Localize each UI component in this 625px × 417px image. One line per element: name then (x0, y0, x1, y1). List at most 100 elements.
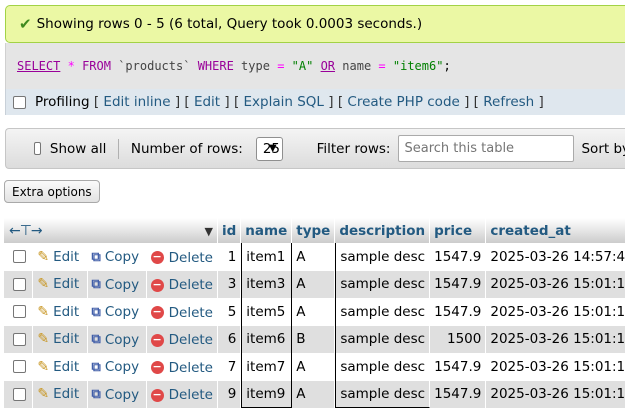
cell-description[interactable]: sample desc (335, 380, 431, 408)
cell-created-at[interactable]: 2025-03-26 15:01:15 (486, 298, 625, 326)
cell-id[interactable]: 3 (218, 270, 242, 298)
check-icon: ✔ (19, 15, 32, 33)
copy-icon: ⧉ (91, 387, 101, 402)
pencil-icon: ✎ (37, 358, 50, 375)
filter-rows-input[interactable] (398, 135, 575, 162)
edit-label: Edit (53, 303, 80, 320)
edit-label: Edit (53, 248, 80, 265)
edit-inline-link[interactable]: Edit inline (103, 94, 170, 110)
cell-price[interactable]: 1547.9 (430, 243, 487, 271)
delete-button[interactable]: − Delete (150, 250, 213, 266)
edit-button[interactable]: ✎ Edit (37, 304, 79, 320)
show-all-checkbox[interactable] (34, 142, 41, 155)
cell-id[interactable]: 5 (218, 298, 242, 326)
cell-created-at[interactable]: 2025-03-26 15:01:15 (486, 380, 625, 408)
edit-button[interactable]: ✎ Edit (37, 249, 79, 265)
copy-button[interactable]: ⧉ Copy (92, 249, 140, 265)
delete-button[interactable]: − Delete (150, 360, 213, 376)
extra-options-button[interactable]: Extra options (4, 180, 100, 203)
edit-link[interactable]: Edit (194, 94, 220, 110)
show-all-label[interactable]: Show all (50, 141, 107, 157)
copy-button[interactable]: ⧉ Copy (92, 332, 140, 348)
edit-cell: ✎ Edit (33, 298, 88, 326)
cell-name[interactable]: item5 (241, 298, 293, 326)
number-of-rows-select[interactable]: 25 ▼ (255, 136, 283, 161)
cell-id[interactable]: 1 (218, 243, 242, 271)
edit-cell: ✎ Edit (33, 380, 88, 408)
row-checkbox[interactable] (13, 250, 26, 264)
table-row: ✎ Edit ⧉ Copy − Delete 1 item1 A sample des… (4, 243, 625, 271)
cell-name[interactable]: item3 (241, 270, 293, 298)
row-checkbox[interactable] (13, 277, 26, 291)
cell-description[interactable]: sample desc (335, 325, 431, 353)
cell-price[interactable]: 1547.9 (430, 380, 487, 408)
row-checkbox[interactable] (13, 387, 26, 401)
sql-query-box: SELECT * FROM `products` WHERE type = "A… (5, 43, 625, 89)
sql-keyword-select[interactable]: SELECT (17, 59, 60, 73)
edit-button[interactable]: ✎ Edit (37, 276, 79, 292)
column-arrows-header[interactable]: ←⊤→ ▼ (4, 218, 218, 243)
column-header-type[interactable]: type (292, 218, 336, 243)
cell-name[interactable]: item6 (241, 325, 293, 353)
copy-icon: ⧉ (91, 277, 101, 292)
cell-type[interactable]: A (292, 270, 336, 298)
column-header-created-at[interactable]: created_at (486, 218, 625, 243)
cell-id[interactable]: 9 (218, 380, 242, 408)
cell-description[interactable]: sample desc (335, 243, 431, 271)
edit-button[interactable]: ✎ Edit (37, 359, 79, 375)
row-checkbox[interactable] (13, 332, 26, 346)
column-header-description[interactable]: description (335, 218, 431, 243)
edit-button[interactable]: ✎ Edit (37, 331, 79, 347)
row-checkbox[interactable] (13, 305, 26, 319)
delete-cell: − Delete (146, 325, 218, 353)
column-header-id[interactable]: id (218, 218, 242, 243)
copy-button[interactable]: ⧉ Copy (92, 277, 140, 293)
column-arrows-icon[interactable]: ←⊤→ (9, 223, 43, 239)
sql-semicolon: ; (443, 59, 451, 73)
cell-type[interactable]: A (292, 243, 336, 271)
column-header-price[interactable]: price (430, 218, 487, 243)
cell-price[interactable]: 1547.9 (430, 270, 487, 298)
cell-type[interactable]: A (292, 380, 336, 408)
cell-type[interactable]: A (292, 298, 336, 326)
sql-keyword-where: WHERE (197, 59, 234, 73)
delete-button[interactable]: − Delete (150, 305, 213, 321)
profiling-checkbox[interactable] (13, 95, 26, 109)
explain-sql-link[interactable]: Explain SQL (244, 94, 324, 110)
copy-button[interactable]: ⧉ Copy (92, 304, 140, 320)
cell-price[interactable]: 1547.9 (430, 298, 487, 326)
cell-description[interactable]: sample desc (335, 270, 431, 298)
refresh-link[interactable]: Refresh (483, 94, 534, 110)
cell-created-at[interactable]: 2025-03-26 14:57:48 (486, 243, 625, 271)
cell-created-at[interactable]: 2025-03-26 15:01:15 (486, 325, 625, 353)
cell-created-at[interactable]: 2025-03-26 15:01:15 (486, 353, 625, 381)
copy-icon: ⧉ (91, 359, 101, 375)
cell-type[interactable]: A (292, 353, 336, 381)
delete-button[interactable]: − Delete (150, 387, 213, 403)
sort-caret-icon[interactable]: ▼ (205, 225, 213, 238)
cell-id[interactable]: 6 (218, 325, 242, 353)
cell-id[interactable]: 7 (218, 353, 242, 381)
cell-created-at[interactable]: 2025-03-26 15:01:15 (486, 270, 625, 298)
cell-name[interactable]: item9 (241, 380, 293, 408)
cell-price[interactable]: 1500 (430, 325, 487, 353)
profiling-bar: Profiling [ Edit inline ] [ Edit ] [ Exp… (5, 89, 625, 115)
copy-button[interactable]: ⧉ Copy (92, 359, 140, 375)
delete-button[interactable]: − Delete (150, 277, 213, 293)
success-message-bar: ✔ Showing rows 0 - 5 (6 total, Query too… (5, 5, 625, 43)
column-header-name[interactable]: name (241, 218, 293, 243)
delete-button[interactable]: − Delete (150, 332, 213, 348)
delete-icon: − (150, 332, 164, 347)
cell-name[interactable]: item7 (241, 353, 293, 381)
cell-type[interactable]: B (292, 325, 336, 353)
cell-description[interactable]: sample desc (335, 298, 431, 326)
edit-button[interactable]: ✎ Edit (37, 386, 79, 402)
row-select-cell (4, 353, 34, 381)
copy-button[interactable]: ⧉ Copy (92, 387, 140, 403)
sql-keyword-or[interactable]: OR (321, 59, 335, 73)
create-php-code-link[interactable]: Create PHP code (347, 94, 459, 110)
row-checkbox[interactable] (13, 360, 26, 374)
cell-description[interactable]: sample desc (335, 353, 431, 381)
cell-name[interactable]: item1 (241, 243, 293, 271)
cell-price[interactable]: 1547.9 (430, 353, 487, 381)
